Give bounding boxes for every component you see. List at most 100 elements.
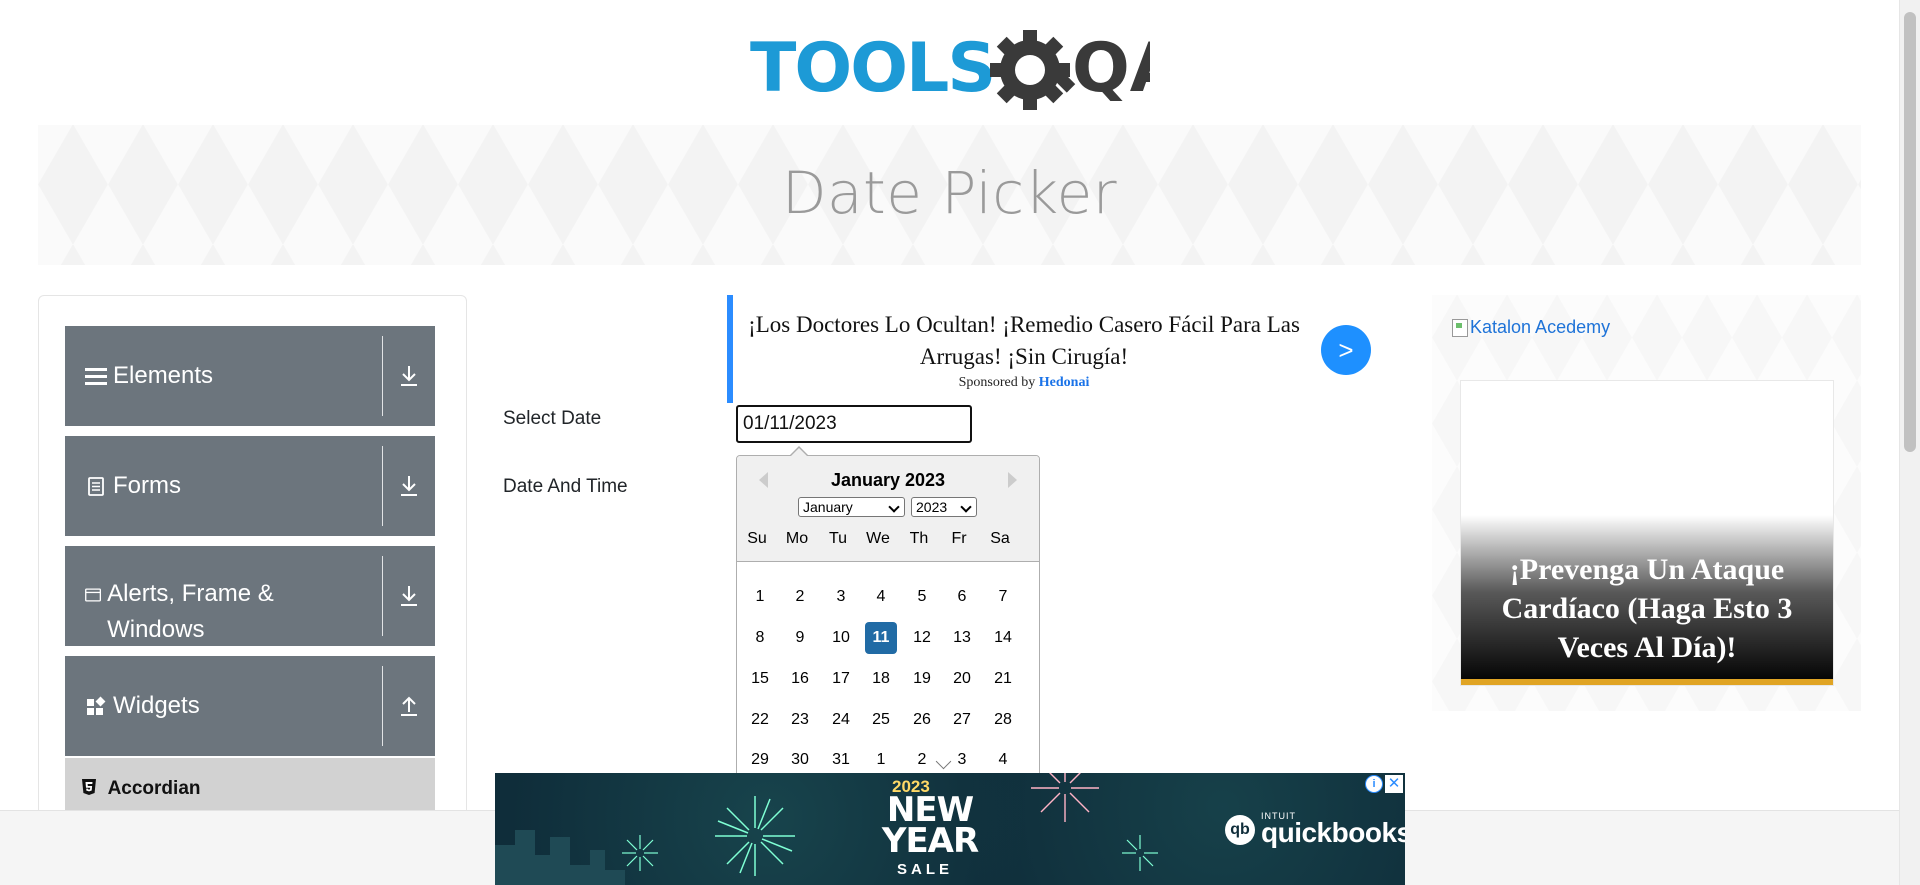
calendar-day[interactable]: 1 xyxy=(865,744,897,776)
calendar-day[interactable]: 30 xyxy=(784,744,816,776)
weekday-label: Mo xyxy=(785,530,809,547)
katalon-ad-alt-text[interactable]: Katalon Acedemy xyxy=(1470,317,1610,338)
ad-banner-top[interactable]: ¡Los Doctores Lo Ocultan! ¡Remedio Caser… xyxy=(727,295,1387,403)
calendar-day[interactable]: 31 xyxy=(825,744,857,776)
close-icon[interactable]: ✕ xyxy=(1385,775,1403,793)
divider xyxy=(382,556,383,636)
ad-headline-line2: YEAR xyxy=(881,821,979,861)
ad-card-accent xyxy=(1461,679,1833,685)
calendar-day[interactable]: 9 xyxy=(784,622,816,654)
datepicker-header: January 2023 January 2023 Su Mo Tu We Th… xyxy=(737,456,1039,562)
firework-icon xyxy=(622,835,658,871)
ad-go-button[interactable]: > xyxy=(1321,325,1371,375)
calendar-day[interactable]: 13 xyxy=(946,622,978,654)
ad-sponsor-link[interactable]: Hedonai xyxy=(1039,375,1090,390)
logo-text-tools: TOOLS xyxy=(750,29,994,108)
ad-card-title[interactable]: ¡Prevenga Un Ataque Cardíaco (Haga Esto … xyxy=(1477,550,1817,667)
ad-headline[interactable]: ¡Los Doctores Lo Ocultan! ¡Remedio Caser… xyxy=(741,309,1307,373)
calendar-day[interactable]: 18 xyxy=(865,663,897,695)
calendar-day[interactable]: 14 xyxy=(987,622,1019,654)
download-arrow-icon[interactable] xyxy=(393,470,425,502)
sidebar-group-label: Widgets xyxy=(113,692,200,719)
calendar-day[interactable]: 6 xyxy=(946,581,978,613)
upload-arrow-icon[interactable] xyxy=(393,690,425,722)
gear-icon xyxy=(990,30,1076,110)
katalon-ad-link[interactable]: Katalon Acedemy xyxy=(1452,317,1610,338)
broken-image-icon xyxy=(1452,318,1468,337)
window-icon xyxy=(85,588,102,602)
page-banner: Date Picker xyxy=(38,125,1861,265)
select-date-input[interactable] xyxy=(736,405,972,443)
weekday-label: Fr xyxy=(951,530,967,547)
ad-sponsored-prefix: Sponsored by xyxy=(958,375,1036,390)
calendar-day[interactable]: 3 xyxy=(825,581,857,613)
calendar-day[interactable]: 10 xyxy=(825,622,857,654)
page: TOOLS QA Date Picker Eleme xyxy=(0,0,1900,885)
sidebar-group-label: Elements xyxy=(113,362,214,389)
firework-icon xyxy=(1122,835,1158,871)
calendar-day[interactable]: 12 xyxy=(906,622,938,654)
ad-sidebar-right[interactable]: Katalon Acedemy ¡Prevenga Un Ataque Card… xyxy=(1432,295,1861,711)
calendar-day[interactable]: 8 xyxy=(744,622,776,654)
calendar-day[interactable]: 29 xyxy=(744,744,776,776)
calendar-day[interactable]: 2 xyxy=(784,581,816,613)
calendar-day[interactable]: 5 xyxy=(906,581,938,613)
sidebar-group-widgets[interactable]: Widgets xyxy=(65,656,435,756)
calendar-day[interactable]: 1 xyxy=(744,581,776,613)
calendar-day[interactable]: 22 xyxy=(744,704,776,736)
calendar-day[interactable]: 16 xyxy=(784,663,816,695)
hamburger-icon xyxy=(85,368,107,385)
sidebar-group-elements[interactable]: Elements xyxy=(65,326,435,426)
calendar-day[interactable]: 27 xyxy=(946,704,978,736)
calendar-day[interactable]: 3 xyxy=(946,744,978,776)
weekday-label: Su xyxy=(747,530,767,547)
calendar-day[interactable]: 23 xyxy=(784,704,816,736)
download-arrow-icon[interactable] xyxy=(393,360,425,392)
datepicker-popup: January 2023 January 2023 Su Mo Tu We Th… xyxy=(736,455,1040,797)
sidebar-item-label: Accordian xyxy=(107,778,201,799)
next-month-icon[interactable] xyxy=(1008,472,1017,488)
month-select[interactable]: January xyxy=(798,497,905,517)
download-arrow-icon[interactable] xyxy=(393,580,425,612)
calendar-day[interactable]: 4 xyxy=(987,744,1019,776)
calendar-day[interactable]: 4 xyxy=(865,581,897,613)
ad-card[interactable]: ¡Prevenga Un Ataque Cardíaco (Haga Esto … xyxy=(1460,380,1834,686)
ad-accent-bar xyxy=(727,295,733,403)
quickbooks-logo[interactable]: qb INTUIT quickbooks xyxy=(1225,811,1405,849)
ad-sponsored: Sponsored by Hedonai xyxy=(741,375,1307,391)
divider xyxy=(382,666,383,746)
calendar-day[interactable]: 7 xyxy=(987,581,1019,613)
quickbooks-label: quickbooks xyxy=(1261,817,1405,848)
sidebar: Elements Forms Alerts, Frame & Windows W… xyxy=(38,295,467,885)
scrollbar-thumb[interactable] xyxy=(1904,12,1916,452)
calendar-day[interactable]: 24 xyxy=(825,704,857,736)
logo-text-qa: QA xyxy=(1072,29,1150,108)
calendar-day[interactable]: 2 xyxy=(906,744,938,776)
calendar-day[interactable]: 19 xyxy=(906,663,938,695)
calendar-day[interactable]: 26 xyxy=(906,704,938,736)
datepicker-pointer-inner xyxy=(791,448,807,456)
adchoices-icon[interactable]: i xyxy=(1365,775,1383,793)
calendar-day[interactable]: 15 xyxy=(744,663,776,695)
weekday-label: Th xyxy=(909,530,929,547)
calendar-day-selected[interactable]: 11 xyxy=(865,622,897,654)
vertical-scrollbar[interactable] xyxy=(1899,0,1920,885)
sidebar-group-forms[interactable]: Forms xyxy=(65,436,435,536)
calendar-day[interactable]: 20 xyxy=(946,663,978,695)
divider xyxy=(382,446,383,526)
toolsqa-logo[interactable]: TOOLS QA xyxy=(750,18,1150,118)
ad-banner-bottom[interactable]: 2023 NEW YEAR SALE qb INTUIT quickbooks … xyxy=(495,773,1405,885)
calendar-day[interactable]: 28 xyxy=(987,704,1019,736)
calendar-day[interactable]: 17 xyxy=(825,663,857,695)
sidebar-group-alerts[interactable]: Alerts, Frame & Windows xyxy=(65,546,435,646)
calendar-day[interactable]: 21 xyxy=(987,663,1019,695)
sidebar-group-label: Alerts, Frame & Windows xyxy=(107,580,274,643)
sidebar-group-label: Forms xyxy=(113,472,181,499)
weekday-label: We xyxy=(866,530,890,547)
calendar-day[interactable]: 25 xyxy=(865,704,897,736)
page-title: Date Picker xyxy=(781,159,1118,227)
ad-headline: NEW YEAR xyxy=(875,793,985,861)
year-select[interactable]: 2023 xyxy=(911,497,977,517)
select-date-label: Select Date xyxy=(503,408,602,429)
datepicker-month-title: January 2023 xyxy=(830,470,946,490)
